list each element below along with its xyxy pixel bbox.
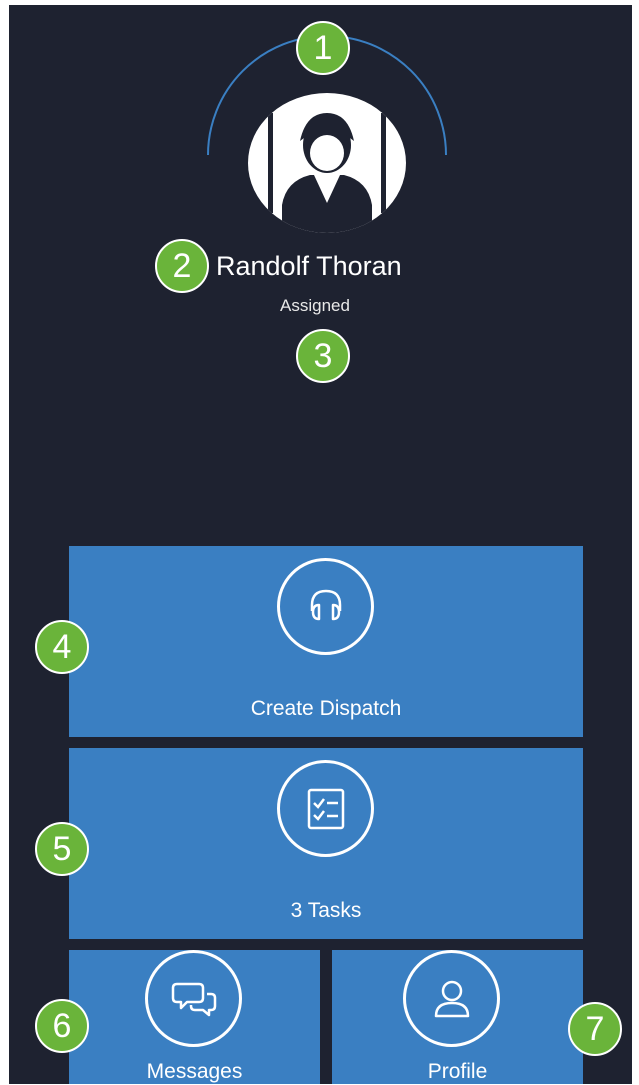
profile-button[interactable]: Profile [332, 950, 583, 1084]
messages-icon-ring [145, 950, 242, 1047]
chat-bubbles-icon [171, 982, 216, 1016]
user-status: Assigned [280, 296, 350, 315]
avatar[interactable] [248, 93, 406, 233]
tasks-button[interactable]: 3 Tasks [69, 748, 583, 939]
callout-7: 7 [568, 1002, 622, 1056]
profile-label: Profile [427, 1060, 488, 1083]
create-dispatch-icon-ring [277, 558, 374, 655]
person-icon [434, 980, 469, 1017]
callout-3: 3 [296, 329, 350, 383]
callout-6: 6 [35, 999, 89, 1053]
messages-button[interactable]: Messages [69, 950, 320, 1084]
messages-label: Messages [146, 1060, 243, 1083]
callout-1: 1 [296, 21, 350, 75]
callout-2: 2 [155, 239, 209, 293]
create-dispatch-label: Create Dispatch [250, 697, 402, 720]
person-avatar-icon [268, 113, 386, 233]
tasks-label: 3 Tasks [290, 899, 362, 922]
profile-icon-ring [403, 950, 500, 1047]
create-dispatch-button[interactable]: Create Dispatch [69, 546, 583, 737]
user-name: Randolf Thoran [216, 251, 402, 281]
callout-4: 4 [35, 620, 89, 674]
tasks-icon-ring [277, 760, 374, 857]
checklist-icon [307, 788, 344, 829]
headset-icon [310, 589, 341, 620]
callout-5: 5 [35, 822, 89, 876]
